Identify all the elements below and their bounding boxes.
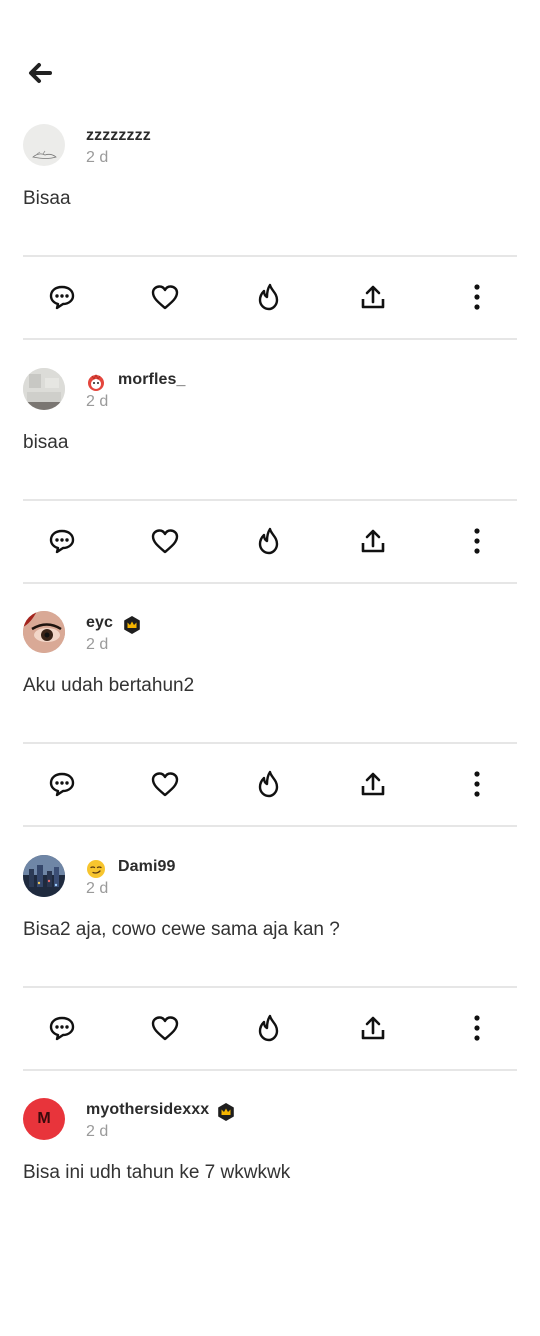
divider — [23, 255, 517, 257]
more-vertical-icon — [474, 1014, 480, 1041]
heart-icon — [151, 528, 179, 553]
share-icon — [361, 285, 385, 309]
post-card: Dami99 2 d Bisa2 aja, cowo cewe sama aja… — [0, 849, 540, 1093]
flame-icon — [258, 1014, 279, 1041]
post-text: Bisa2 aja, cowo cewe sama aja kan ? — [23, 918, 340, 940]
share-button[interactable] — [356, 1011, 390, 1045]
like-button[interactable] — [148, 767, 182, 801]
comment-icon — [49, 529, 75, 553]
more-button[interactable] — [460, 280, 494, 314]
post-time: 2 d — [86, 636, 109, 653]
divider — [23, 498, 517, 501]
more-vertical-icon — [474, 284, 480, 310]
top-bar — [0, 0, 540, 110]
comment-icon — [49, 285, 75, 310]
heart-icon — [151, 285, 179, 310]
username[interactable]: zzzzzzzz — [86, 127, 151, 145]
post-actions — [0, 991, 540, 1067]
avatar[interactable] — [23, 611, 65, 653]
post-time: 2 d — [86, 392, 109, 410]
flame-icon — [258, 527, 279, 554]
divider — [23, 742, 517, 744]
flame-icon — [258, 770, 279, 798]
more-vertical-icon — [474, 771, 480, 797]
avatar[interactable] — [23, 124, 65, 166]
share-icon — [361, 529, 385, 552]
post-card: M myothersidexxx 2 d Bisa ini udh tahun … — [0, 1092, 540, 1336]
divider — [23, 825, 517, 827]
flame-icon — [258, 283, 279, 311]
more-vertical-icon — [474, 527, 480, 554]
post-actions — [0, 747, 540, 823]
divider — [23, 338, 517, 340]
share-icon — [361, 772, 385, 796]
divider — [23, 1068, 517, 1071]
post-actions — [0, 260, 540, 336]
comment-icon — [49, 1016, 75, 1040]
username[interactable]: myothersidexxx — [86, 1101, 209, 1119]
share-button[interactable] — [356, 280, 390, 314]
username[interactable]: morfles_ — [118, 371, 186, 389]
post-feed: zzzzzzzz 2 d Bisaa morfles_ 2 d bisaa ey… — [0, 118, 540, 1336]
divider — [23, 985, 517, 988]
smirk-emoji-badge — [86, 859, 106, 879]
post-card: morfles_ 2 d bisaa — [0, 362, 540, 606]
like-button[interactable] — [148, 524, 182, 558]
fire-button[interactable] — [252, 1011, 286, 1045]
comment-button[interactable] — [45, 524, 79, 558]
red-mascot-badge — [86, 372, 106, 392]
fire-button[interactable] — [252, 280, 286, 314]
post-text: Bisa ini udh tahun ke 7 wkwkwk — [23, 1162, 291, 1183]
avatar[interactable] — [23, 854, 65, 897]
comment-button[interactable] — [45, 280, 79, 314]
username[interactable]: Dami99 — [118, 858, 176, 876]
share-icon — [361, 1016, 385, 1039]
heart-icon — [151, 1015, 179, 1040]
post-card: zzzzzzzz 2 d Bisaa — [0, 118, 540, 362]
avatar[interactable] — [23, 367, 65, 410]
more-button[interactable] — [460, 767, 494, 801]
comment-icon — [49, 772, 75, 797]
username[interactable]: eyc — [86, 614, 113, 632]
crown-badge — [122, 615, 142, 635]
crown-badge — [216, 1102, 236, 1122]
share-button[interactable] — [356, 767, 390, 801]
fire-button[interactable] — [252, 524, 286, 558]
comment-button[interactable] — [45, 1011, 79, 1045]
more-button[interactable] — [460, 524, 494, 558]
avatar-letter: M — [37, 1110, 51, 1127]
divider — [23, 581, 517, 584]
post-time: 2 d — [86, 1123, 109, 1140]
back-button[interactable] — [22, 56, 58, 90]
heart-icon — [151, 772, 179, 797]
share-button[interactable] — [356, 524, 390, 558]
more-button[interactable] — [460, 1011, 494, 1045]
fire-button[interactable] — [252, 767, 286, 801]
like-button[interactable] — [148, 280, 182, 314]
post-text: Aku udah bertahun2 — [23, 675, 195, 696]
comment-button[interactable] — [45, 767, 79, 801]
post-card: eyc 2 d Aku udah bertahun2 — [0, 605, 540, 849]
post-text: Bisaa — [23, 188, 71, 209]
post-text: bisaa — [23, 431, 69, 453]
post-actions — [0, 504, 540, 580]
post-time: 2 d — [86, 149, 109, 166]
avatar[interactable]: M — [23, 1098, 65, 1140]
like-button[interactable] — [148, 1011, 182, 1045]
arrow-left-icon — [29, 63, 52, 83]
post-time: 2 d — [86, 879, 109, 897]
